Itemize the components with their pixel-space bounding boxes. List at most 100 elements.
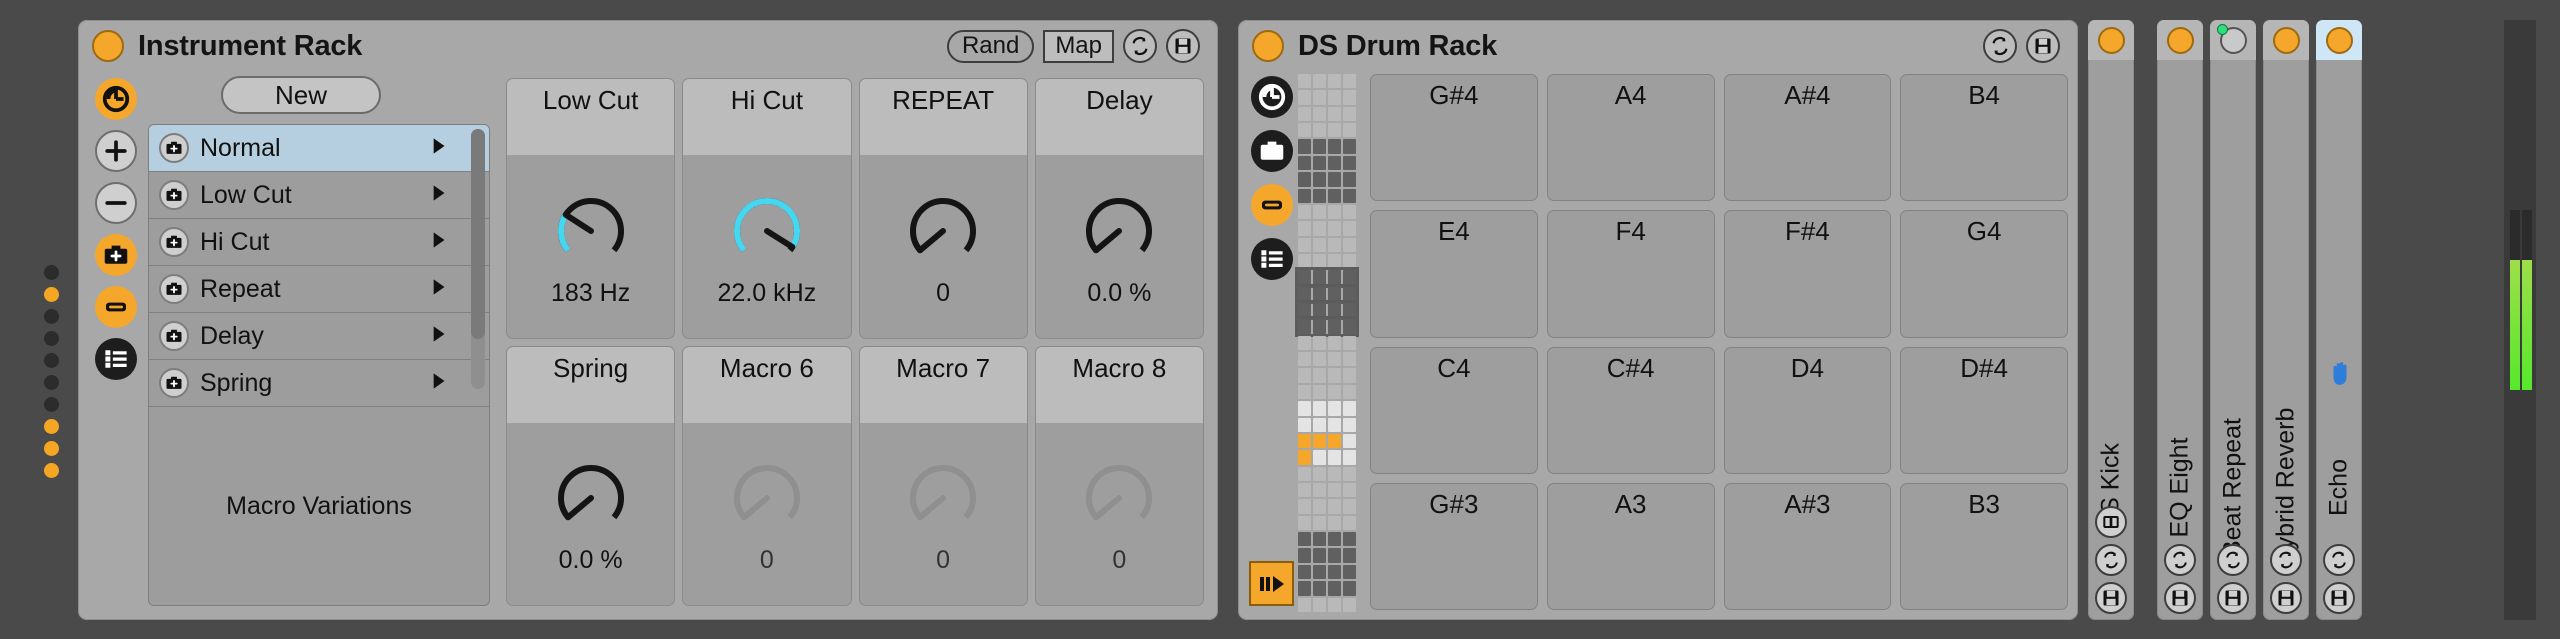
new-variation-button[interactable]: New xyxy=(221,76,381,114)
minimap-row[interactable] xyxy=(1298,532,1356,546)
chain-list-toggle[interactable] xyxy=(1251,238,1293,280)
chain-list[interactable]: NormalLow CutHi CutRepeatDelaySpringMacr… xyxy=(148,124,490,606)
device-header[interactable] xyxy=(2157,20,2203,60)
macro-control[interactable]: Low Cut183 Hz xyxy=(506,78,675,339)
chain-list-item[interactable]: Low Cut xyxy=(149,172,489,219)
chain-list-toggle[interactable] xyxy=(95,338,137,380)
minimap-row[interactable] xyxy=(1298,516,1356,530)
macro-knob-dial[interactable] xyxy=(1073,185,1165,277)
macro-control[interactable]: Macro 60 xyxy=(682,346,851,607)
collapsed-device-echo[interactable]: Echo xyxy=(2316,20,2362,620)
hot-swap-button[interactable] xyxy=(2323,544,2355,576)
chain-play-arrow-icon[interactable] xyxy=(425,321,451,352)
chain-snapshot-button[interactable] xyxy=(159,321,189,351)
minimap-row[interactable] xyxy=(1298,483,1356,497)
minimap-row[interactable] xyxy=(1298,270,1356,284)
drum-pad[interactable]: E4 xyxy=(1370,210,1538,337)
minimap-row[interactable] xyxy=(1298,254,1356,268)
macro-knob[interactable]: 0 xyxy=(897,155,989,338)
minimap-row[interactable] xyxy=(1298,581,1356,595)
chain-play-arrow-icon[interactable] xyxy=(425,368,451,399)
device-power-led[interactable] xyxy=(2326,27,2353,54)
macro-knob[interactable]: 0.0 % xyxy=(1073,155,1165,338)
minimap-row[interactable] xyxy=(1298,434,1356,448)
save-preset-button[interactable] xyxy=(2026,29,2060,63)
drum-pad[interactable]: A#3 xyxy=(1724,483,1892,610)
minimap-row[interactable] xyxy=(1298,90,1356,104)
minimap-row[interactable] xyxy=(1298,221,1356,235)
drum-pad[interactable]: C#4 xyxy=(1547,347,1715,474)
minimap-row[interactable] xyxy=(1298,565,1356,579)
macro-knob-dial[interactable] xyxy=(721,185,813,277)
macro-control[interactable]: Macro 70 xyxy=(859,346,1028,607)
drum-pad[interactable]: C4 xyxy=(1370,347,1538,474)
device-power-led[interactable] xyxy=(2098,27,2125,54)
device-header[interactable] xyxy=(2088,20,2134,60)
minimap-row[interactable] xyxy=(1298,74,1356,88)
save-button[interactable] xyxy=(2323,582,2355,614)
macro-control[interactable]: Spring0.0 % xyxy=(506,346,675,607)
add-macro-button[interactable] xyxy=(95,130,137,172)
macro-knob[interactable]: 0.0 % xyxy=(545,423,637,606)
drum-pad[interactable]: G#3 xyxy=(1370,483,1538,610)
drum-pad[interactable]: A#4 xyxy=(1724,74,1892,201)
chain-list-item[interactable]: Delay xyxy=(149,313,489,360)
minimap-row[interactable] xyxy=(1298,385,1356,399)
macro-knob-dial[interactable] xyxy=(897,185,989,277)
macro-controls-toggle[interactable] xyxy=(1251,184,1293,226)
remove-macro-button[interactable] xyxy=(95,182,137,224)
drum-pad[interactable]: F#4 xyxy=(1724,210,1892,337)
minimap-row[interactable] xyxy=(1298,189,1356,203)
device-power-led[interactable] xyxy=(2273,27,2300,54)
minimap-row[interactable] xyxy=(1298,401,1356,415)
chain-list-view-toggle[interactable] xyxy=(95,78,137,120)
minimap-row[interactable] xyxy=(1298,139,1356,153)
minimap-row[interactable] xyxy=(1298,156,1356,170)
preview-button[interactable] xyxy=(1249,561,1294,606)
macro-knob-dial[interactable] xyxy=(721,452,813,544)
macro-control[interactable]: Delay0.0 % xyxy=(1035,78,1204,339)
drum-pad[interactable]: D#4 xyxy=(1900,347,2068,474)
minimap-row[interactable] xyxy=(1298,123,1356,137)
hot-swap-button[interactable] xyxy=(1983,29,2017,63)
save-button[interactable] xyxy=(2095,582,2127,614)
chain-play-arrow-icon[interactable] xyxy=(425,180,451,211)
macro-knob-dial[interactable] xyxy=(897,452,989,544)
chain-list-scrollbar[interactable] xyxy=(471,129,485,389)
save-button[interactable] xyxy=(2217,582,2249,614)
macro-snapshot-toggle[interactable] xyxy=(1251,130,1293,172)
minimap-row[interactable] xyxy=(1298,352,1356,366)
macro-knob[interactable]: 0 xyxy=(721,423,813,606)
drum-pad[interactable]: A3 xyxy=(1547,483,1715,610)
hot-swap-button[interactable] xyxy=(1123,29,1157,63)
collapsed-device-hybrid-reverb[interactable]: Hybrid Reverb xyxy=(2263,20,2309,620)
hot-swap-button[interactable] xyxy=(2270,544,2302,576)
minimap-row[interactable] xyxy=(1298,107,1356,121)
drum-pad[interactable]: D4 xyxy=(1724,347,1892,474)
chain-list-item[interactable]: Hi Cut xyxy=(149,219,489,266)
rand-button[interactable]: Rand xyxy=(947,30,1034,63)
minimap-row[interactable] xyxy=(1298,450,1356,464)
drum-pad[interactable]: B4 xyxy=(1900,74,2068,201)
macro-knob[interactable]: 0 xyxy=(1073,423,1165,606)
hot-swap-button[interactable] xyxy=(2095,544,2127,576)
collapsed-device-eq-eight[interactable]: EQ Eight xyxy=(2157,20,2203,620)
hot-swap-button[interactable] xyxy=(2217,544,2249,576)
unfold-button[interactable] xyxy=(2095,506,2127,538)
device-header[interactable] xyxy=(2263,20,2309,60)
collapsed-device-beat-repeat[interactable]: Beat Repeat xyxy=(2210,20,2256,620)
macro-knob-dial[interactable] xyxy=(1073,452,1165,544)
drum-rack-overview-minimap[interactable] xyxy=(1298,72,1356,612)
chain-list-item[interactable]: Spring xyxy=(149,360,489,407)
minimap-row[interactable] xyxy=(1298,205,1356,219)
chain-list-item[interactable]: Repeat xyxy=(149,266,489,313)
drum-rack-power-led[interactable] xyxy=(1252,30,1284,62)
drum-pad[interactable]: G#4 xyxy=(1370,74,1538,201)
hot-swap-button[interactable] xyxy=(2164,544,2196,576)
drum-pad[interactable]: F4 xyxy=(1547,210,1715,337)
drum-pad[interactable]: G4 xyxy=(1900,210,2068,337)
minimap-row[interactable] xyxy=(1298,303,1356,317)
macro-knob[interactable]: 183 Hz xyxy=(545,155,637,338)
macro-knob-dial[interactable] xyxy=(545,452,637,544)
minimap-row[interactable] xyxy=(1298,172,1356,186)
